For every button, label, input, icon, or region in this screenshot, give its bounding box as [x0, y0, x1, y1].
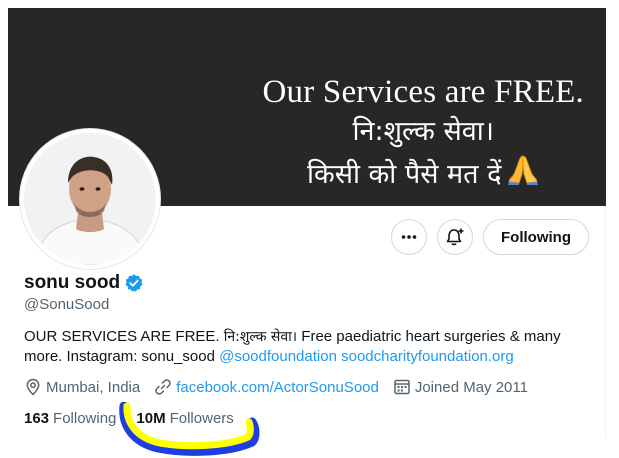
calendar-icon: [394, 379, 410, 395]
joined-text: Joined May 2011: [414, 378, 528, 396]
name-row: sonu sood: [24, 272, 144, 294]
location-text: Mumbai, India: [46, 378, 141, 396]
profile-bio: OUR SERVICES ARE FREE. नि:शुल्क सेवा। Fr…: [24, 327, 584, 367]
verified-badge-icon[interactable]: [124, 273, 144, 293]
joined-date: Joined May 2011: [393, 378, 528, 396]
user-handle: @SonuSood: [24, 296, 110, 313]
more-button[interactable]: [391, 219, 428, 255]
following-button[interactable]: Following: [483, 219, 589, 255]
banner-line-1: Our Services are FREE.: [262, 74, 584, 110]
profile-meta: Mumbai, India facebook.com/ActorSonuSood…: [24, 378, 542, 396]
following-count: 163: [24, 410, 50, 427]
bio-hindi-text: नि:शुल्क सेवा।: [223, 329, 298, 345]
website-link[interactable]: facebook.com/ActorSonuSood: [176, 379, 379, 396]
website[interactable]: facebook.com/ActorSonuSood: [154, 378, 379, 396]
banner-line-3: किसी को पैसे मत दें: [263, 152, 584, 199]
bio-mention-link[interactable]: @soodfoundation: [219, 348, 337, 365]
banner-line-3-text: किसी को पैसे मत दें: [307, 159, 502, 190]
location-pin-icon: [26, 378, 40, 396]
following-count-link[interactable]: 163 Following: [24, 410, 116, 427]
highlight-marker-annotation: [119, 402, 260, 456]
banner-text: Our Services are FREE. नि:शुल्क सेवा। कि…: [263, 72, 584, 199]
avatar[interactable]: [20, 129, 160, 269]
bell-plus-icon: [446, 228, 464, 246]
bio-text: OUR SERVICES ARE FREE.: [24, 328, 224, 345]
location: Mumbai, India: [24, 378, 140, 396]
folded-hands-icon: [506, 152, 540, 199]
following-label: Following: [53, 410, 117, 427]
link-icon: [155, 379, 171, 395]
more-icon: [401, 235, 417, 239]
bio-url-link[interactable]: soodcharityfoundation.org: [341, 348, 514, 365]
profile-actions: Following: [391, 219, 589, 255]
notifications-button[interactable]: [437, 219, 474, 255]
display-name: sonu sood: [24, 272, 121, 293]
banner-line-2: नि:शुल्क सेवा।: [352, 116, 494, 147]
profile-header: Our Services are FREE. नि:शुल्क सेवा। कि…: [8, 8, 606, 438]
